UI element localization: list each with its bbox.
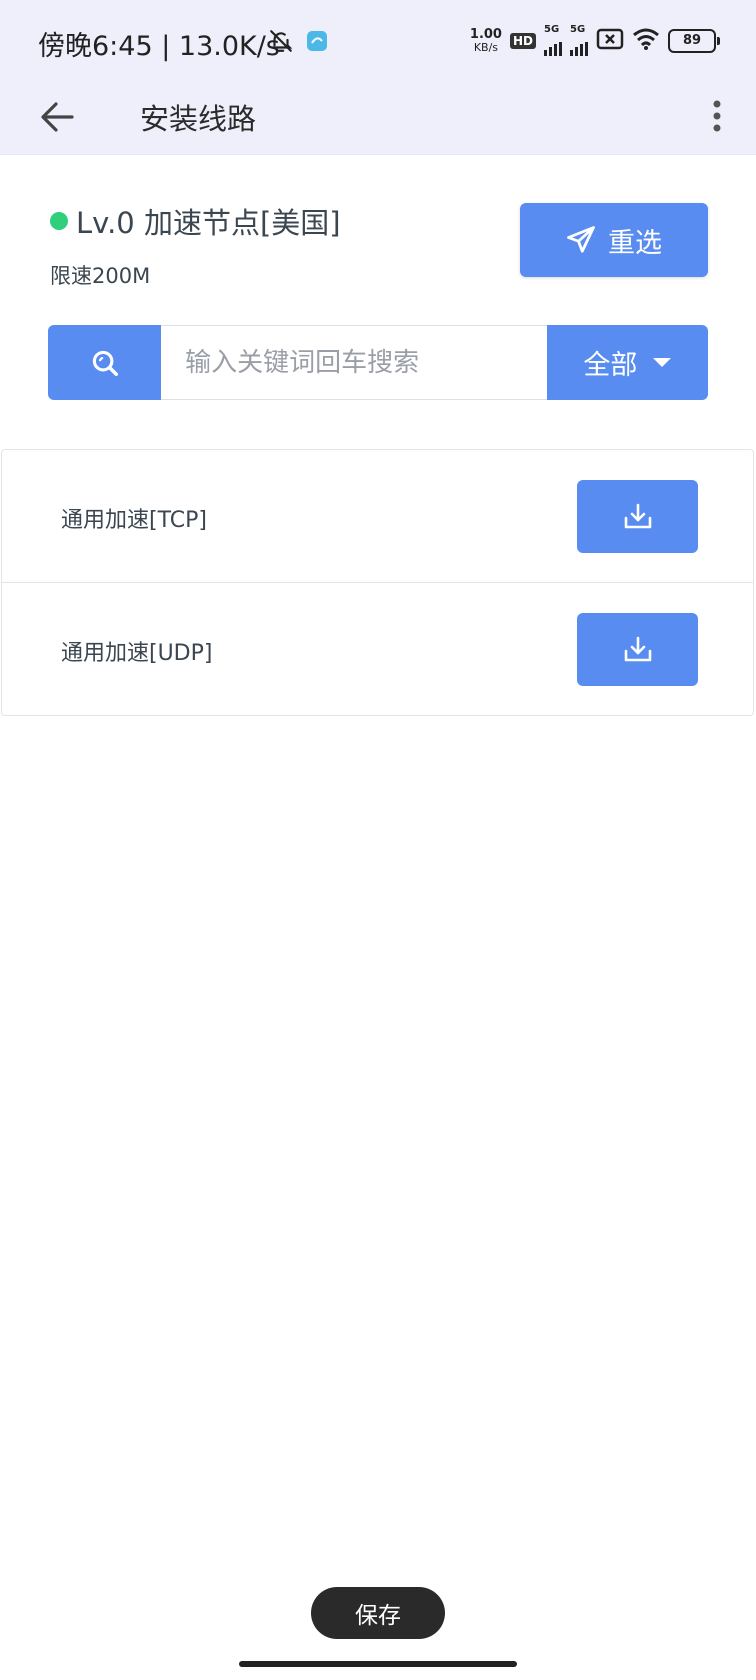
node-name: Lv.0 加速节点[美国] [76, 206, 341, 240]
arrow-left-icon [41, 102, 74, 132]
more-options-button[interactable] [702, 94, 732, 140]
status-bar: 傍晚6:45 | 13.0K/s 1.00 KB/s HD 5G 5G 89 [0, 0, 756, 88]
battery-icon: 89 [668, 29, 720, 53]
search-icon [92, 350, 118, 376]
home-indicator [239, 1661, 517, 1667]
route-name: 通用加速[TCP] [61, 508, 207, 533]
app-bar: 安装线路 [0, 88, 756, 155]
hd-badge: HD [509, 33, 536, 49]
page-title: 安装线路 [140, 102, 257, 136]
more-vertical-icon [713, 100, 721, 132]
save-button[interactable]: 保存 [311, 1587, 445, 1639]
net-speed-unit: KB/s [473, 41, 499, 54]
signal-2-label: 5G [570, 24, 586, 35]
reselect-button[interactable]: 重选 [520, 203, 708, 277]
back-button[interactable] [34, 94, 80, 140]
list-item: 通用加速[UDP] [2, 583, 753, 715]
net-speed-value: 1.00 [469, 27, 502, 42]
no-sim-icon [596, 27, 624, 55]
send-icon [567, 226, 595, 253]
caret-down-icon [653, 358, 672, 367]
signal-2-icon: 5G [570, 24, 588, 56]
node-speed-limit: 限速200M [50, 264, 151, 288]
net-speed: 1.00 KB/s [470, 28, 502, 54]
list-item: 通用加速[TCP] [2, 450, 753, 583]
bell-off-icon [268, 28, 294, 58]
wifi-icon [632, 27, 660, 55]
search-button[interactable] [48, 325, 162, 400]
status-time: 傍晚6:45 | 13.0K/s [38, 31, 280, 62]
search-row: 全部 [48, 325, 708, 400]
status-right-icons: 1.00 KB/s HD 5G 5G 89 [470, 24, 720, 56]
install-route-button[interactable] [577, 480, 698, 553]
search-input[interactable] [161, 325, 547, 400]
download-icon [624, 503, 651, 528]
signal-1-icon: 5G [544, 24, 562, 56]
route-list: 通用加速[TCP] 通用加速[UDP] [1, 449, 754, 716]
app-notification-icon [306, 30, 328, 56]
node-status-dot [50, 212, 68, 230]
install-route-button[interactable] [577, 613, 698, 686]
route-name: 通用加速[UDP] [61, 641, 213, 666]
download-icon [624, 636, 651, 661]
filter-label: 全部 [583, 350, 638, 381]
status-left-icons [268, 28, 328, 58]
signal-1-label: 5G [544, 24, 560, 35]
filter-dropdown[interactable]: 全部 [546, 325, 708, 400]
reselect-label: 重选 [608, 227, 662, 259]
